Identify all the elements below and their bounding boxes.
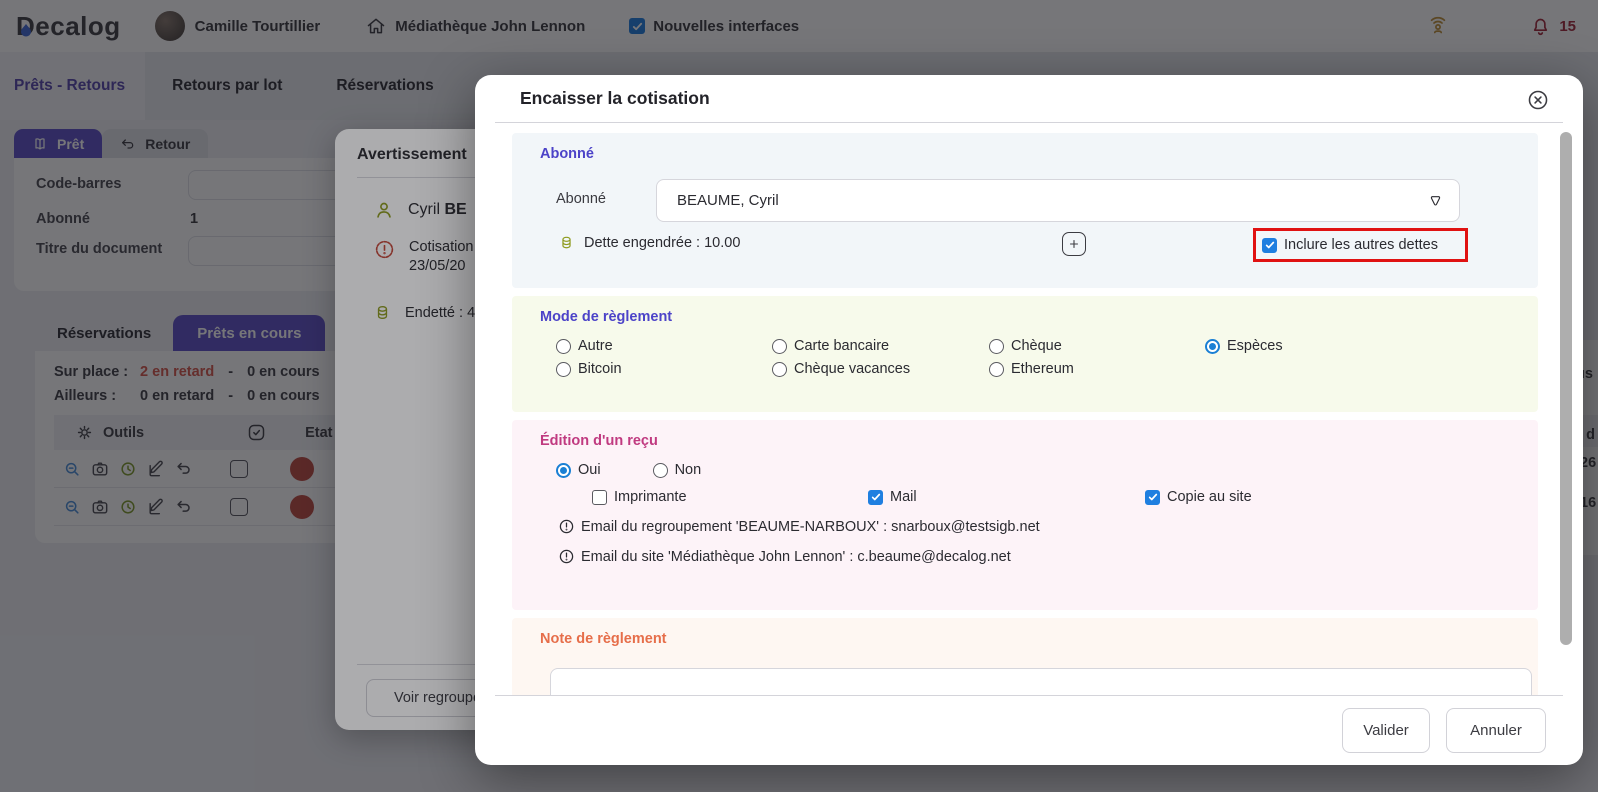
coins-icon [558,234,575,251]
payment-option-cheque-vacances[interactable]: Chèque vacances [772,361,989,377]
channel-mail[interactable]: Mail [868,489,1145,505]
channel-checkbox[interactable] [868,490,883,505]
info-icon [558,518,575,535]
channel-imprimante[interactable]: Imprimante [592,489,868,505]
channel-copie-au-site[interactable]: Copie au site [1145,489,1510,505]
close-icon[interactable] [1527,89,1549,111]
radio-icon[interactable] [556,339,571,354]
check-icon [871,492,881,502]
payment-option-label: Autre [578,338,613,354]
receipt-yes-label: Oui [578,462,601,478]
radio-icon[interactable] [989,362,1004,377]
payment-option-label: Espèces [1227,338,1283,354]
section-abonne-heading: Abonné [540,146,1510,162]
picker-icon[interactable] [1428,193,1443,209]
payment-option-label: Chèque [1011,338,1062,354]
modal-title: Encaisser la cotisation [520,88,710,109]
include-other-debts-option[interactable]: Inclure les autres dettes [1262,237,1438,253]
include-other-debts-checkbox[interactable] [1262,238,1277,253]
radio-icon[interactable] [989,339,1004,354]
subscriber-select-value: BEAUME, Cyril [677,192,779,209]
include-other-debts-label: Inclure les autres dettes [1284,237,1438,253]
section-payment-mode: Mode de règlement Autre Carte bancaire C… [512,296,1538,412]
group-email-info: Email du regroupement 'BEAUME-NARBOUX' :… [558,518,1510,535]
modal-footer: Valider Annuler [495,695,1563,765]
payment-option-bitcoin[interactable]: Bitcoin [556,361,772,377]
subscriber-field-label: Abonné [556,191,606,207]
generated-debt: Dette engendrée : 10.00 [558,234,740,251]
site-email-text: Email du site 'Médiathèque John Lennon' … [581,549,1011,565]
channel-checkbox[interactable] [1145,490,1160,505]
modal-body: Abonné Abonné BEAUME, Cyril Dette engend… [495,123,1541,695]
radio-icon[interactable] [772,362,787,377]
payment-note-heading: Note de règlement [540,631,1510,647]
check-icon [1265,240,1275,250]
site-email-info: Email du site 'Médiathèque John Lennon' … [558,548,1510,565]
cancel-button[interactable]: Annuler [1446,708,1546,753]
channel-label: Copie au site [1167,489,1252,505]
radio-icon[interactable] [556,463,571,478]
add-button[interactable] [1062,232,1086,256]
payment-option-autre[interactable]: Autre [556,338,772,354]
channel-label: Mail [890,489,917,505]
channel-checkbox[interactable] [592,490,607,505]
receipt-channels: Imprimante Mail Copie au site [592,489,1510,505]
payment-option-label: Bitcoin [578,361,622,377]
payment-option-label: Ethereum [1011,361,1074,377]
payment-option-especes[interactable]: Espèces [1205,338,1510,354]
check-icon [1148,492,1158,502]
annotation-highlight-box: Inclure les autres dettes [1253,228,1468,262]
receipt-heading: Édition d'un reçu [540,433,1510,449]
section-payment-note: Note de règlement [512,618,1538,695]
info-icon [558,548,575,565]
radio-icon[interactable] [772,339,787,354]
collect-subscription-modal: Encaisser la cotisation Abonné Abonné BE… [475,75,1583,765]
payment-options: Autre Carte bancaire Chèque Espèces Bitc… [556,338,1510,377]
receipt-yesno: Oui Non [556,462,1510,478]
payment-note-input[interactable] [550,668,1532,695]
radio-icon[interactable] [653,463,668,478]
payment-option-cheque[interactable]: Chèque [989,338,1205,354]
payment-option-ethereum[interactable]: Ethereum [989,361,1205,377]
radio-icon[interactable] [1205,339,1220,354]
plus-icon [1068,238,1080,250]
subscriber-select[interactable]: BEAUME, Cyril [656,179,1460,222]
modal-scrollbar[interactable] [1560,132,1572,645]
validate-button[interactable]: Valider [1342,708,1430,753]
payment-mode-heading: Mode de règlement [540,309,1510,325]
receipt-no-label: Non [675,462,702,478]
receipt-yes-option[interactable]: Oui [556,462,601,478]
radio-icon[interactable] [556,362,571,377]
section-abonne: Abonné Abonné BEAUME, Cyril Dette engend… [512,133,1538,288]
channel-label: Imprimante [614,489,687,505]
payment-option-label: Chèque vacances [794,361,910,377]
group-email-text: Email du regroupement 'BEAUME-NARBOUX' :… [581,519,1040,535]
receipt-no-option[interactable]: Non [653,462,702,478]
screen: Decalog Camille Tourtillier Médiathèque … [0,0,1598,792]
section-receipt: Édition d'un reçu Oui Non Imprimante Mai… [512,420,1538,610]
generated-debt-text: Dette engendrée : 10.00 [584,235,740,251]
payment-option-carte-bancaire[interactable]: Carte bancaire [772,338,989,354]
payment-option-label: Carte bancaire [794,338,889,354]
